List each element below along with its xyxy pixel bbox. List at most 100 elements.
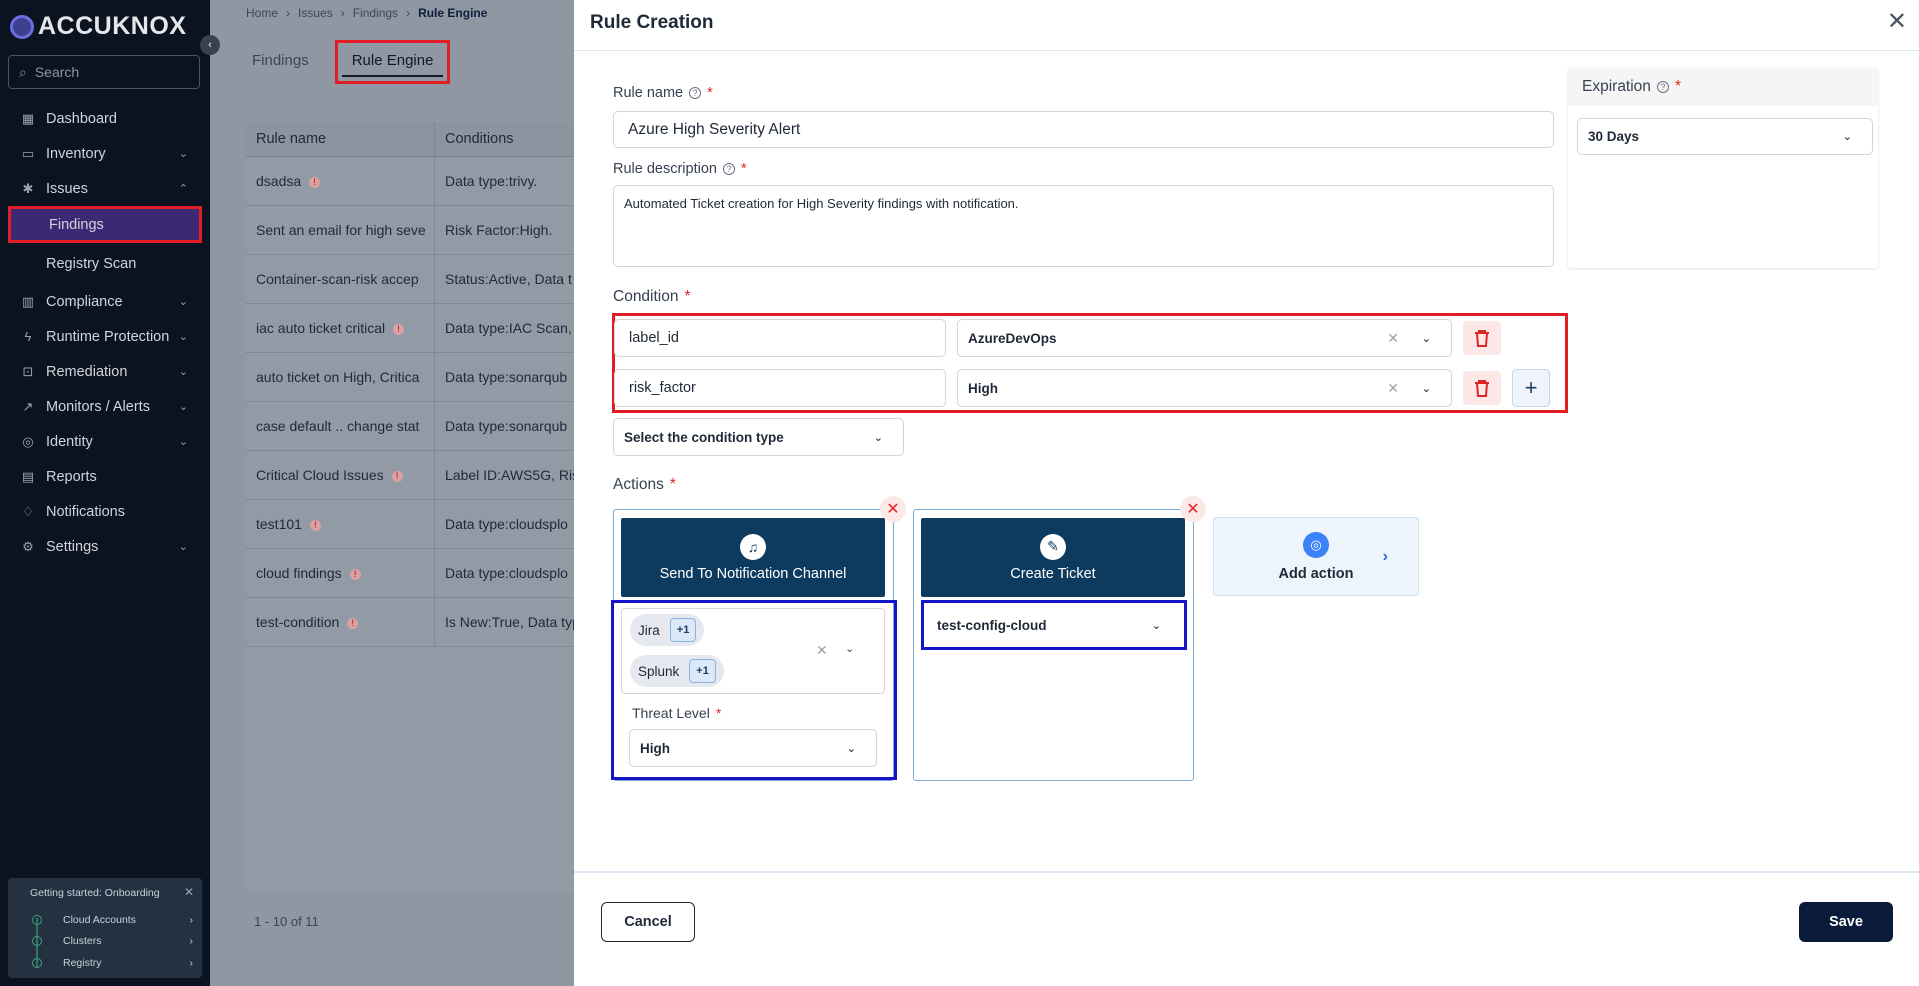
ticket-action-header[interactable]: ✎ Create Ticket [921,518,1185,597]
check-icon [32,958,42,968]
ticket-config-select[interactable]: test-config-cloud ⌄ [926,606,1182,644]
column-header-rule-name[interactable]: Rule name [246,131,434,147]
rule-name-cell: Sent an email for high seve [256,222,426,238]
collapse-sidebar-button[interactable]: ‹ [200,35,220,55]
rule-name-label: Rule name ? * [613,85,713,101]
condition-type-select[interactable]: Select the condition type ⌄ [613,418,904,456]
save-button[interactable]: Save [1799,902,1893,942]
onboarding-step-label: Cloud Accounts [63,914,136,926]
condition-label: Condition * [613,288,691,305]
rule-description-textarea[interactable]: Automated Ticket creation for High Sever… [613,185,1554,267]
help-icon[interactable]: ? [722,163,735,175]
trend-icon: ↗ [22,398,34,414]
clear-icon[interactable]: ✕ [816,642,828,659]
bolt-icon: ϟ [24,329,32,344]
chevron-right-icon: › [1382,548,1388,565]
sidebar-item-reports[interactable]: ▤ Reports [0,459,210,494]
expiration-header: Expiration ? * [1568,68,1878,106]
sidebar-item-compliance[interactable]: ▥ Compliance ⌄ [0,284,210,319]
sidebar-item-settings[interactable]: ⚙ Settings ⌄ [0,529,210,564]
rule-creation-drawer: Rule Creation ✕ Rule name ? * Azure High… [574,0,1919,986]
chevron-right-icon: › [189,914,194,926]
delete-condition-button[interactable] [1463,371,1501,405]
chevron-down-icon: ⌄ [178,436,188,448]
condition-field-input[interactable]: label_id [614,319,946,357]
check-icon [32,915,42,925]
breadcrumb-findings[interactable]: Findings [353,6,398,20]
delete-condition-button[interactable] [1463,321,1501,355]
add-condition-button[interactable]: + [1512,369,1550,407]
notification-action-header[interactable]: ♫ Send To Notification Channel [621,518,885,597]
condition-value-select[interactable]: High ✕ ⌄ [957,369,1452,407]
chevron-down-icon[interactable]: ⌄ [845,642,854,655]
drawer-title: Rule Creation [590,12,714,33]
sidebar-item-findings[interactable]: Findings [8,206,202,243]
rule-name-cell: case default .. change stat [256,418,420,434]
breadcrumb-issues[interactable]: Issues [298,6,333,20]
onboarding-step-cloud-accounts[interactable]: Cloud Accounts › [63,914,193,926]
sidebar-item-runtime-protection[interactable]: ϟ Runtime Protection ⌄ [0,319,210,354]
chevron-down-icon: ⌄ [178,366,188,378]
add-action-icon: ◎ [1303,531,1329,558]
more-badge[interactable]: +1 [669,618,697,642]
sidebar-item-identity[interactable]: ◎ Identity ⌄ [0,424,210,459]
condition-field-input[interactable]: risk_factor [614,369,946,407]
warning-icon: ! [309,519,321,531]
sidebar-item-notifications[interactable]: ♢ Notifications [0,494,210,529]
sidebar-item-registry-scan[interactable]: Registry Scan [0,245,210,282]
breadcrumb-home[interactable]: Home [246,6,278,20]
chevron-down-icon: ⌄ [178,541,188,553]
rule-name-input[interactable]: Azure High Severity Alert [613,111,1554,148]
warning-icon: ! [393,323,405,335]
rule-description-label: Rule description ? * [613,161,747,177]
chevron-down-icon: ⌄ [1421,382,1431,395]
close-icon: ✕ [1186,501,1200,518]
chart-icon: ▥ [21,293,35,309]
more-badge[interactable]: +1 [689,659,716,683]
cancel-button[interactable]: Cancel [601,902,695,942]
search-input[interactable]: ⌕ Search [8,55,200,89]
breadcrumb: Home › Issues › Findings › Rule Engine [246,6,488,20]
page-tabs: Findings Rule Engine [246,40,451,84]
chevron-right-icon: › [189,935,194,947]
logo[interactable]: ACCUKNOX [10,12,186,41]
sidebar-item-label: Dashboard [46,110,117,127]
sidebar-item-label: Settings [46,538,99,555]
sidebar-item-label: Compliance [46,293,123,310]
gear-icon: ⚙ [22,538,34,554]
close-icon[interactable]: ✕ [1887,10,1907,34]
threat-level-select[interactable]: High ⌄ [629,729,877,767]
plus-icon: + [1524,375,1538,400]
help-icon[interactable]: ? [689,87,702,99]
sidebar-item-remediation[interactable]: ⊡ Remediation ⌄ [0,354,210,389]
check-icon [32,936,42,946]
onboarding-step-label: Registry [63,957,102,969]
tab-rule-engine[interactable]: Rule Engine [334,40,451,84]
sidebar-item-dashboard[interactable]: ▦ Dashboard [0,101,210,136]
sidebar-item-inventory[interactable]: ▭ Inventory ⌄ [0,136,210,171]
sidebar-item-issues[interactable]: ✱ Issues ⌃ [0,171,210,206]
expiration-select[interactable]: 30 Days ⌄ [1577,118,1873,155]
chevron-down-icon: ⌄ [1151,619,1161,632]
logo-text: ACCUKNOX [38,12,187,40]
chevron-right-icon: › [189,957,194,969]
onboarding-step-clusters[interactable]: Clusters › [63,935,193,947]
expiration-value: 30 Days [1588,129,1640,144]
close-icon: ✕ [886,501,900,518]
add-action-label: Add action [1278,565,1354,582]
sidebar-item-monitors-alerts[interactable]: ↗ Monitors / Alerts ⌄ [0,389,210,424]
clear-icon[interactable]: ✕ [1387,330,1399,347]
condition-value-select[interactable]: AzureDevOps ✕ ⌄ [957,319,1452,357]
drawer-header: Rule Creation ✕ [574,0,1919,51]
clear-icon[interactable]: ✕ [1387,380,1399,397]
chevron-down-icon: ⌄ [178,331,188,343]
help-icon[interactable]: ? [1656,81,1669,93]
onboarding-step-registry[interactable]: Registry › [63,957,193,969]
onboarding-title: Getting started: Onboarding [30,887,160,899]
ticket-icon: ✎ [1040,533,1066,560]
add-action-button[interactable]: ◎ Add action › [1213,517,1419,596]
bell-icon: ♫ [740,533,766,560]
bell-icon: ♢ [22,503,34,519]
tab-findings[interactable]: Findings [246,40,315,84]
close-icon[interactable]: ✕ [184,885,194,899]
